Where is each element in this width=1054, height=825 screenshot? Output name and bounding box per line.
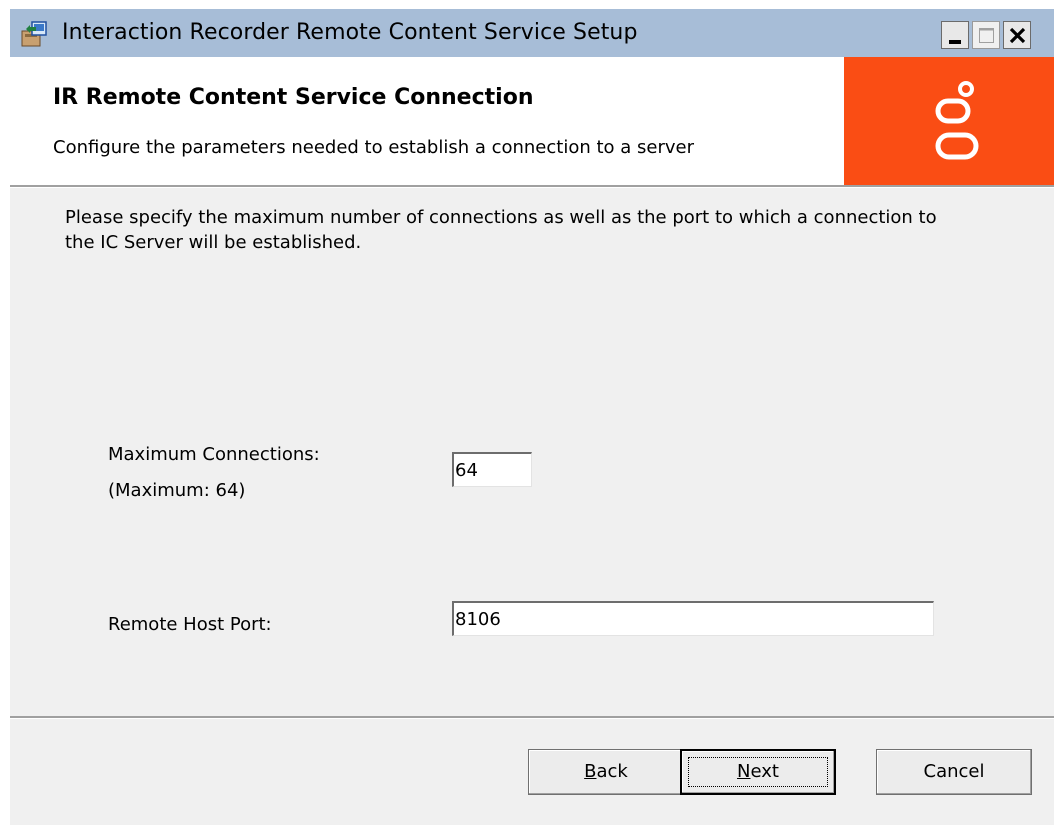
maximize-icon [979, 28, 994, 43]
page-subtitle: Configure the parameters needed to estab… [53, 137, 694, 158]
max-connections-input[interactable] [452, 452, 532, 487]
window-title: Interaction Recorder Remote Content Serv… [62, 20, 638, 45]
back-button-label: Back [584, 761, 628, 782]
maximize-button[interactable] [972, 21, 1000, 49]
cancel-button[interactable]: Cancel [876, 749, 1032, 795]
genesys-logo [844, 57, 1054, 185]
title-bar[interactable]: Interaction Recorder Remote Content Serv… [10, 9, 1054, 57]
header-banner: IR Remote Content Service Connection Con… [10, 57, 1054, 185]
close-button[interactable] [1003, 21, 1031, 49]
header-divider [10, 185, 1054, 188]
close-icon [1009, 27, 1026, 44]
page-title: IR Remote Content Service Connection [53, 85, 534, 110]
instructions-text: Please specify the maximum number of con… [65, 207, 937, 253]
installer-package-icon[interactable] [20, 19, 52, 49]
minimize-button[interactable] [941, 21, 969, 49]
next-button[interactable]: Next [680, 749, 836, 795]
cancel-button-label: Cancel [923, 761, 985, 782]
footer-divider [10, 716, 1054, 719]
remote-host-port-label: Remote Host Port: [108, 614, 272, 635]
max-connections-label: Maximum Connections: [108, 444, 320, 465]
minimize-icon [949, 40, 961, 44]
setup-window: Interaction Recorder Remote Content Serv… [10, 9, 1054, 825]
max-connections-hint: (Maximum: 64) [108, 480, 246, 501]
remote-host-port-input[interactable] [452, 601, 934, 636]
next-button-label: Next [737, 761, 779, 782]
back-button[interactable]: Back [528, 749, 684, 795]
